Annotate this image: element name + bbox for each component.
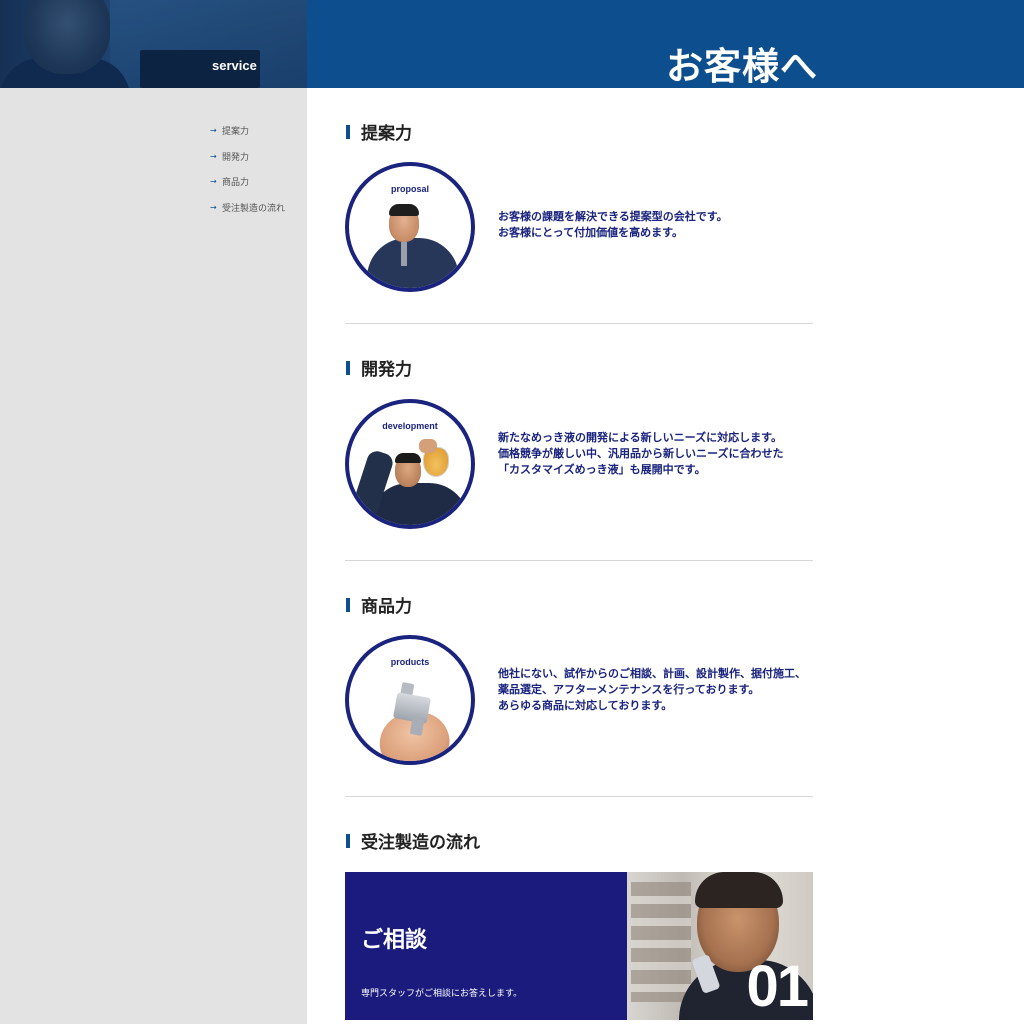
sidebar-item-label: 商品力 (222, 178, 250, 189)
section-title: 商品力 (361, 597, 412, 617)
page-title: お客様へ (666, 44, 818, 88)
image-caption: products (390, 657, 430, 667)
heading-bar (346, 124, 350, 139)
heading-bar (346, 833, 350, 848)
sidebar-item-label: 受注製造の流れ (222, 203, 286, 214)
section-divider (345, 560, 813, 561)
sidebar-item-products[interactable]: → 商品力 (210, 169, 285, 195)
section-divider (345, 323, 813, 324)
description-line: お客様にとって付加価値を高めます。 (498, 226, 684, 239)
image-caption: proposal (390, 184, 429, 194)
section-title: 受注製造の流れ (361, 833, 480, 853)
section-heading-proposal: 提案力 (346, 119, 412, 144)
arrow-right-icon: → (210, 202, 217, 212)
section-heading-order-flow: 受注製造の流れ (346, 828, 480, 853)
development-description: 新たなめっき液の開発による新しいニーズに対応します。 価格競争が厳しい中、汎用品… (498, 430, 783, 478)
description-line: お客様の課題を解決できる提案型の会社です。 (498, 210, 728, 223)
section-heading-products: 商品力 (346, 592, 412, 617)
section-title: 提案力 (361, 124, 412, 144)
heading-bar (346, 360, 350, 375)
proposal-image: proposal (345, 162, 475, 292)
section-heading-development: 開発力 (346, 355, 412, 380)
flow-step-title: ご相談 (361, 928, 428, 953)
sidebar-nav: → 提案力 → 開発力 → 商品力 → 受注製造の流れ (210, 118, 285, 220)
section-divider (345, 796, 813, 797)
page-header: service お客様へ (0, 0, 1024, 88)
image-caption: development (382, 421, 438, 431)
sidebar-item-development[interactable]: → 開発力 (210, 144, 285, 170)
service-label: service (212, 58, 257, 73)
development-image: development (345, 399, 475, 529)
arrow-right-icon: → (210, 177, 217, 187)
sidebar-item-proposal[interactable]: → 提案力 (210, 118, 285, 144)
flow-step-card: ご相談 専門スタッフがご相談にお答えします。 01 (345, 872, 813, 1020)
header-photo: service (0, 0, 307, 88)
description-line: 新たなめっき液の開発による新しいニーズに対応します。 (498, 431, 783, 444)
proposal-description: お客様の課題を解決できる提案型の会社です。 お客様にとって付加価値を高めます。 (498, 209, 728, 241)
flow-step-description: 専門スタッフがご相談にお答えします。 (361, 989, 523, 999)
sidebar-item-order-flow[interactable]: → 受注製造の流れ (210, 195, 285, 221)
heading-bar (346, 597, 350, 612)
flow-step-number: 01 (746, 954, 808, 1019)
arrow-right-icon: → (210, 126, 217, 136)
section-title: 開発力 (361, 360, 412, 380)
arrow-right-icon: → (210, 151, 217, 161)
description-line: あらゆる商品に対応しております。 (498, 699, 673, 712)
description-line: 価格競争が厳しい中、汎用品から新しいニーズに合わせた (498, 447, 784, 460)
description-line: 薬品選定、アフターメンテナンスを行っております。 (498, 683, 760, 696)
description-line: 他社にない、試作からのご相談、計画、設計製作、据付施工、 (498, 667, 806, 680)
products-image: products (345, 635, 475, 765)
sidebar-item-label: 提案力 (222, 127, 250, 138)
sidebar-item-label: 開発力 (222, 152, 250, 163)
sidebar (0, 88, 307, 1024)
description-line: 「カスタマイズめっき液」も展開中です。 (498, 463, 706, 476)
products-description: 他社にない、試作からのご相談、計画、設計製作、据付施工、 薬品選定、アフターメン… (498, 666, 806, 714)
